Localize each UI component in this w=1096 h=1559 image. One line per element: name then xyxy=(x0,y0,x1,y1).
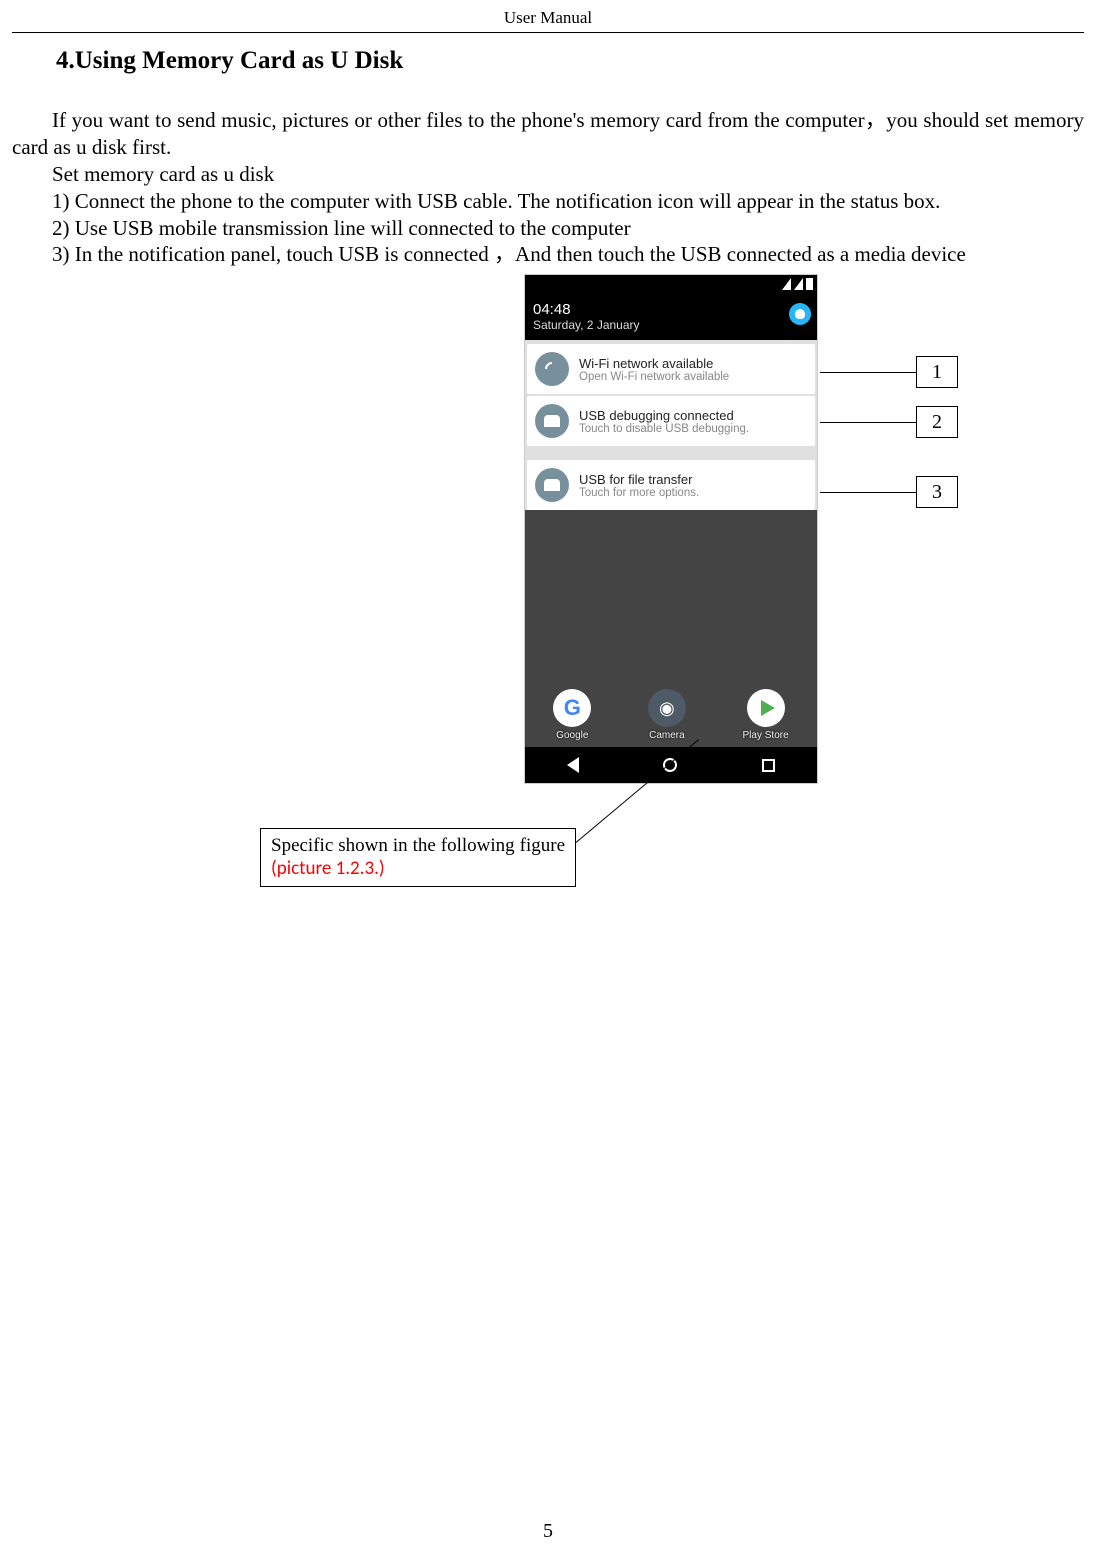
callout-label-1: 1 xyxy=(932,361,942,384)
notif-title: USB for file transfer xyxy=(579,472,807,487)
app-label: Play Store xyxy=(743,730,789,741)
annotation-red-text: (picture 1.2.3.) xyxy=(271,857,385,880)
header-title: User Manual xyxy=(504,8,592,27)
app-google[interactable]: G Google xyxy=(553,689,591,741)
para-1: If you want to send music, pictures or o… xyxy=(12,107,1084,161)
status-icons xyxy=(782,278,813,290)
para-2: Set memory card as u disk xyxy=(12,161,1084,188)
recent-icon[interactable] xyxy=(762,759,775,772)
notif-sub: Touch for more options. xyxy=(579,487,807,499)
android-icon xyxy=(535,468,569,502)
dock-row: G Google ◉ Camera Play Store xyxy=(525,689,817,741)
wifi-icon xyxy=(535,352,569,386)
notification-header: 04:48 Saturday, 2 January xyxy=(525,297,817,340)
annotation-box: Specific shown in the following figure (… xyxy=(260,828,576,887)
callout-label-2: 2 xyxy=(932,411,942,434)
app-camera[interactable]: ◉ Camera xyxy=(648,689,686,741)
page-header: User Manual xyxy=(0,0,1096,28)
notif-sub: Touch to disable USB debugging. xyxy=(579,423,807,435)
callout-box-2: 2 xyxy=(916,406,958,438)
notification-list: Wi-Fi network available Open Wi-Fi netwo… xyxy=(525,340,817,510)
android-icon xyxy=(535,404,569,438)
header-rule xyxy=(12,32,1084,33)
google-icon: G xyxy=(553,689,591,727)
phone-screenshot: 04:48 Saturday, 2 January Wi-Fi network … xyxy=(524,274,818,784)
para-4: 2) Use USB mobile transmission line will… xyxy=(12,215,1084,242)
para-3: 1) Connect the phone to the computer wit… xyxy=(12,188,1084,215)
notif-title: Wi-Fi network available xyxy=(579,356,807,371)
notification-separator xyxy=(525,448,817,458)
figure-area: 04:48 Saturday, 2 January Wi-Fi network … xyxy=(0,274,1096,924)
callout-line-2 xyxy=(820,422,916,423)
annotation-text: Specific shown in the following figure xyxy=(271,835,565,856)
app-label: Camera xyxy=(648,730,686,741)
app-play-store[interactable]: Play Store xyxy=(743,689,789,741)
camera-icon: ◉ xyxy=(648,689,686,727)
notif-title: USB debugging connected xyxy=(579,408,807,423)
body-text: If you want to send music, pictures or o… xyxy=(12,107,1084,268)
callout-line-1 xyxy=(820,372,916,373)
play-store-icon xyxy=(747,689,785,727)
signal-icon xyxy=(782,278,791,290)
notification-item-usb-transfer[interactable]: USB for file transfer Touch for more opt… xyxy=(527,460,815,510)
notification-item-wifi[interactable]: Wi-Fi network available Open Wi-Fi netwo… xyxy=(527,344,815,394)
nav-bar xyxy=(525,747,817,783)
page-number: 5 xyxy=(0,1520,1096,1543)
clock-date: Saturday, 2 January xyxy=(533,318,809,332)
callout-box-1: 1 xyxy=(916,356,958,388)
back-icon[interactable] xyxy=(567,757,579,773)
section-title: 4.Using Memory Card as U Disk xyxy=(56,47,1096,75)
battery-icon xyxy=(806,278,813,290)
callout-line-3 xyxy=(820,492,916,493)
clock-time: 04:48 xyxy=(533,301,809,318)
signal-icon-2 xyxy=(794,278,803,290)
callout-label-3: 3 xyxy=(932,481,942,504)
status-bar xyxy=(525,275,817,297)
para-5: 3) In the notification panel, touch USB … xyxy=(12,241,1084,268)
notification-item-usb-debug[interactable]: USB debugging connected Touch to disable… xyxy=(527,396,815,446)
notif-sub: Open Wi-Fi network available xyxy=(579,371,807,383)
app-label: Google xyxy=(553,730,591,741)
callout-box-3: 3 xyxy=(916,476,958,508)
